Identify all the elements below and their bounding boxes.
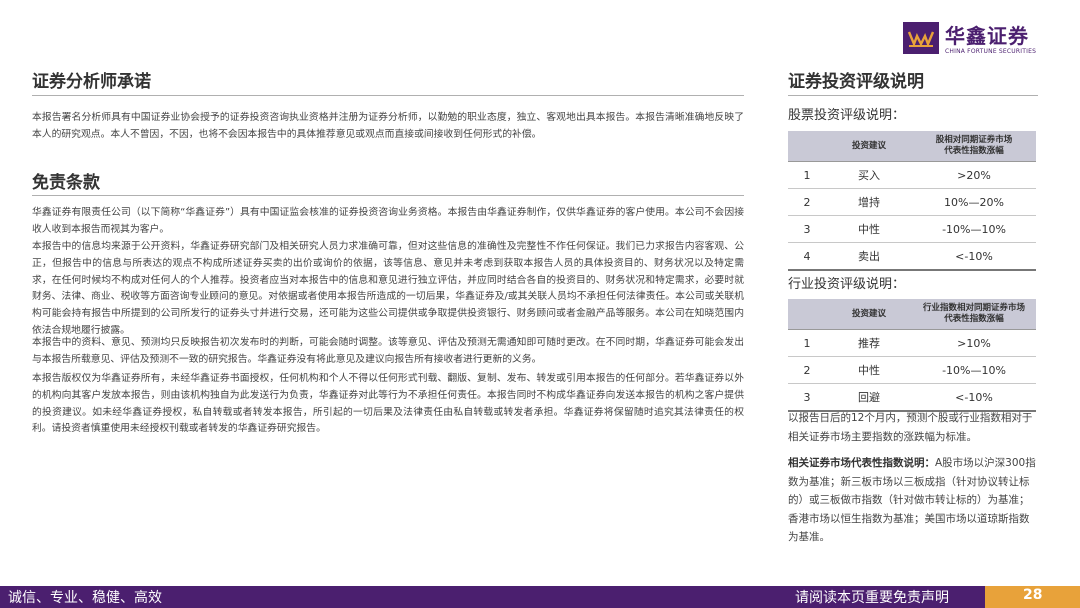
industry-rating-label: 行业投资评级说明： — [788, 277, 906, 292]
table-row: 2 中性 -10%—10% — [788, 356, 1036, 384]
rating-period-note: 以报告日后的12个月内，预测个股或行业指数相对于相关证券市场主要指数的涨跌幅为标… — [788, 412, 1033, 443]
logo-mark-icon — [903, 22, 939, 54]
table-cell: 1 — [788, 161, 826, 189]
section-divider — [788, 95, 1038, 96]
disclaimer-paragraph: 华鑫证券有限责任公司（以下简称“华鑫证券”）具有中国证监会核准的证券投资咨询业务… — [32, 207, 744, 235]
table-cell: >10% — [912, 329, 1036, 357]
table-row: 3 回避 <-10% — [788, 383, 1036, 412]
table-cell: 1 — [788, 329, 826, 357]
table-cell: 增持 — [826, 188, 912, 216]
table-header-row: 投资建议 股相对同期证券市场 代表性指数涨幅 — [788, 131, 1036, 162]
table-cell: 中性 — [826, 356, 912, 384]
rating-title: 证券投资评级说明 — [788, 72, 924, 92]
company-logo: 华鑫证券 CHINA FORTUNE SECURITIES — [903, 20, 1043, 66]
logo-english-name: CHINA FORTUNE SECURITIES — [945, 48, 1037, 55]
table-cell: 4 — [788, 242, 826, 271]
table-cell: -10%—10% — [912, 356, 1036, 384]
table-cell: 2 — [788, 356, 826, 384]
disclaimer-paragraph: 本报告中的信息均来源于公开资料，华鑫证券研究部门及相关研究人员力求准确可靠，但对… — [32, 241, 744, 336]
table-cell: 中性 — [826, 215, 912, 243]
table-row: 1 买入 >20% — [788, 161, 1036, 189]
table-cell: 3 — [788, 215, 826, 243]
logo-chinese-name: 华鑫证券 — [945, 24, 1029, 48]
index-note: 相关证券市场代表性指数说明：A股市场以沪深300指数为基准；新三板市场以三板成指… — [788, 454, 1038, 547]
index-note-label: 相关证券市场代表性指数说明： — [788, 457, 935, 469]
table-cell: 3 — [788, 383, 826, 412]
disclaimer-title: 免责条款 — [32, 173, 100, 193]
table-header-cell — [788, 131, 826, 162]
table-header-cell: 投资建议 — [826, 131, 912, 162]
table-row: 1 推荐 >10% — [788, 329, 1036, 357]
table-cell: 推荐 — [826, 329, 912, 357]
index-note-text: A股市场以沪深300指数为基准；新三板市场以三板成指（针对协议转让标的）或三板做… — [788, 457, 1036, 543]
table-header-cell: 行业指数相对同期证券市场 代表性指数涨幅 — [912, 299, 1036, 330]
analyst-commitment-text: 本报告署名分析师具有中国证券业协会授予的证券投资咨询执业资格并注册为证券分析师，… — [32, 112, 744, 140]
footer-slogan: 诚信、专业、稳健、高效 — [8, 590, 162, 606]
table-cell: >20% — [912, 161, 1036, 189]
table-cell: 2 — [788, 188, 826, 216]
footer-bar: 诚信、专业、稳健、高效 请阅读本页重要免责声明 28 — [0, 586, 1080, 608]
table-cell: <-10% — [912, 383, 1036, 412]
table-cell: 10%—20% — [912, 188, 1036, 216]
table-header-cell: 股相对同期证券市场 代表性指数涨幅 — [912, 131, 1036, 162]
analyst-commitment-title: 证券分析师承诺 — [32, 72, 151, 92]
table-header-row: 投资建议 行业指数相对同期证券市场 代表性指数涨幅 — [788, 299, 1036, 330]
section-divider — [32, 95, 744, 96]
disclaimer-paragraph: 本报告版权仅为华鑫证券所有，未经华鑫证券书面授权，任何机构和个人不得以任何形式刊… — [32, 373, 744, 435]
table-header-cell — [788, 299, 826, 330]
table-row: 3 中性 -10%—10% — [788, 215, 1036, 243]
table-row: 4 卖出 <-10% — [788, 242, 1036, 271]
table-cell: <-10% — [912, 242, 1036, 271]
stock-rating-label: 股票投资评级说明： — [788, 108, 906, 123]
section-divider — [32, 195, 744, 196]
footer-disclaimer-notice: 请阅读本页重要免责声明 — [795, 590, 949, 606]
table-cell: -10%—10% — [912, 215, 1036, 243]
table-header-cell: 投资建议 — [826, 299, 912, 330]
stock-rating-table: 投资建议 股相对同期证券市场 代表性指数涨幅 1 买入 >20% 2 增持 10… — [788, 131, 1036, 271]
table-cell: 买入 — [826, 161, 912, 189]
disclaimer-paragraph: 本报告中的资料、意见、预测均只反映报告初次发布时的判断，可能会随时调整。该等意见… — [32, 337, 744, 365]
table-cell: 卖出 — [826, 242, 912, 271]
industry-rating-table: 投资建议 行业指数相对同期证券市场 代表性指数涨幅 1 推荐 >10% 2 中性… — [788, 299, 1036, 412]
page-number: 28 — [1023, 587, 1043, 603]
table-row: 2 增持 10%—20% — [788, 188, 1036, 216]
table-cell: 回避 — [826, 383, 912, 412]
